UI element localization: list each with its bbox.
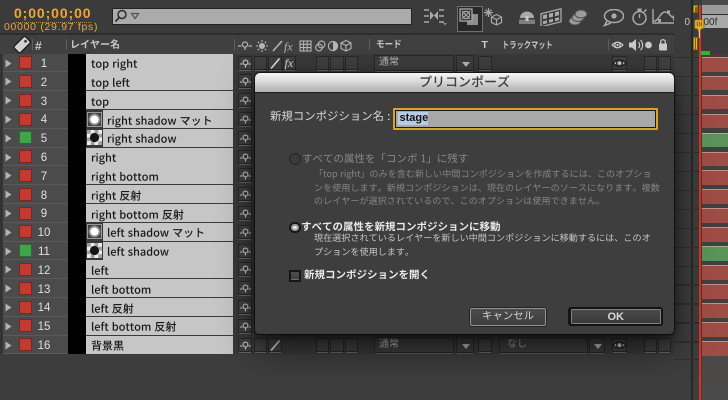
- svg-text:fx: fx: [284, 39, 293, 53]
